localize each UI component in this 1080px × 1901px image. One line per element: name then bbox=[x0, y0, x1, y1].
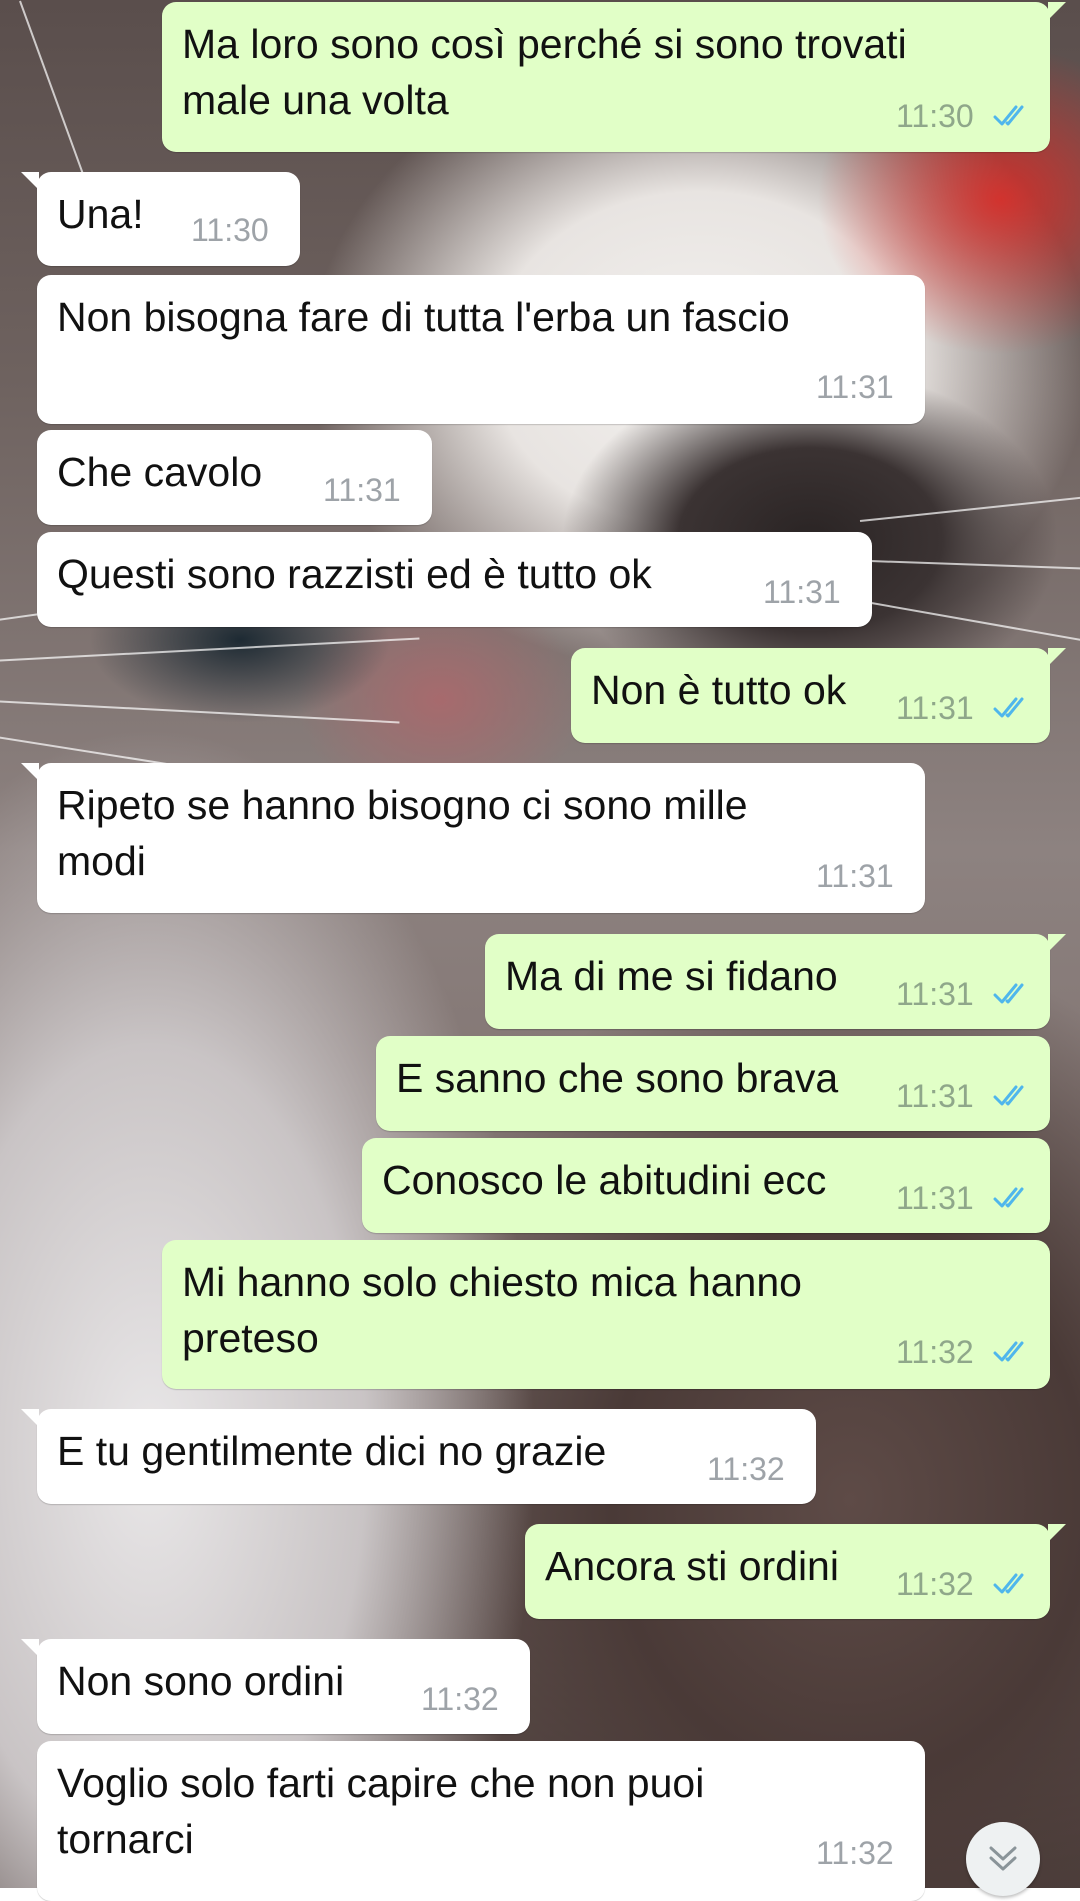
message-bubble-outgoing[interactable]: E sanno che sono brava 11:31 bbox=[376, 1036, 1050, 1131]
message-bubble-outgoing[interactable]: Ma loro sono così perché si sono trovati… bbox=[162, 2, 1066, 152]
message-text: Ancora sti ordini bbox=[545, 1543, 839, 1589]
message-time: 11:31 bbox=[896, 1180, 974, 1216]
message-text: Ma loro sono così perché si sono trovati… bbox=[182, 21, 907, 123]
message-bubble-incoming[interactable]: Voglio solo farti capire che non puoi to… bbox=[37, 1741, 925, 1901]
double-check-icon bbox=[992, 980, 1032, 1008]
message-time: 11:31 bbox=[763, 574, 841, 610]
message-text: Una! bbox=[57, 191, 144, 237]
message-time: 11:31 bbox=[896, 976, 974, 1012]
message-text: Ripeto se hanno bisogno ci sono mille mo… bbox=[57, 782, 748, 884]
message-time: 11:30 bbox=[896, 98, 974, 134]
message-bubble-outgoing[interactable]: Conosco le abitudini ecc 11:31 bbox=[362, 1138, 1050, 1233]
message-bubble-outgoing[interactable]: Mi hanno solo chiesto mica hanno preteso… bbox=[162, 1240, 1050, 1389]
message-time: 11:32 bbox=[421, 1681, 499, 1717]
message-bubble-incoming[interactable]: Non bisogna fare di tutta l'erba un fasc… bbox=[37, 275, 925, 424]
message-time: 11:32 bbox=[896, 1566, 974, 1602]
message-time: 11:31 bbox=[816, 369, 894, 405]
message-text: Mi hanno solo chiesto mica hanno preteso bbox=[182, 1259, 802, 1361]
message-text: Questi sono razzisti ed è tutto ok bbox=[57, 551, 652, 597]
message-time: 11:31 bbox=[323, 472, 401, 508]
double-check-icon bbox=[992, 1184, 1032, 1212]
message-bubble-incoming[interactable]: Ripeto se hanno bisogno ci sono mille mo… bbox=[21, 763, 925, 913]
message-bubble-incoming[interactable]: Che cavolo 11:31 bbox=[37, 430, 432, 525]
message-text: Non sono ordini bbox=[57, 1658, 345, 1704]
message-text: E sanno che sono brava bbox=[396, 1055, 839, 1101]
message-text: Che cavolo bbox=[57, 449, 263, 495]
message-bubble-outgoing[interactable]: Ancora sti ordini 11:32 bbox=[525, 1524, 1066, 1619]
message-bubble-outgoing[interactable]: Ma di me si fidano 11:31 bbox=[485, 934, 1066, 1029]
message-text: Conosco le abitudini ecc bbox=[382, 1157, 827, 1203]
message-bubble-incoming[interactable]: Una! 11:30 bbox=[21, 172, 300, 266]
message-time: 11:30 bbox=[191, 212, 269, 248]
message-text: Voglio solo farti capire che non puoi to… bbox=[57, 1760, 705, 1862]
double-check-icon bbox=[992, 102, 1032, 130]
double-check-icon bbox=[992, 1338, 1032, 1366]
message-text: Non bisogna fare di tutta l'erba un fasc… bbox=[57, 294, 790, 340]
double-check-icon bbox=[992, 1570, 1032, 1598]
double-check-icon bbox=[992, 694, 1032, 722]
message-text: Ma di me si fidano bbox=[505, 953, 838, 999]
message-time: 11:32 bbox=[896, 1334, 974, 1370]
message-time: 11:32 bbox=[816, 1835, 894, 1871]
message-time: 11:31 bbox=[896, 690, 974, 726]
scroll-to-bottom-button[interactable] bbox=[966, 1822, 1040, 1896]
message-time: 11:31 bbox=[896, 1078, 974, 1114]
message-bubble-incoming[interactable]: Questi sono razzisti ed è tutto ok 11:31 bbox=[37, 532, 872, 627]
message-time: 11:31 bbox=[816, 858, 894, 894]
message-text: E tu gentilmente dici no grazie bbox=[57, 1428, 607, 1474]
double-check-icon bbox=[992, 1082, 1032, 1110]
message-bubble-outgoing[interactable]: Non è tutto ok 11:31 bbox=[571, 648, 1066, 743]
message-bubble-incoming[interactable]: Non sono ordini 11:32 bbox=[21, 1639, 530, 1734]
message-text: Non è tutto ok bbox=[591, 667, 847, 713]
message-time: 11:32 bbox=[707, 1451, 785, 1487]
message-bubble-incoming[interactable]: E tu gentilmente dici no grazie 11:32 bbox=[21, 1409, 816, 1504]
